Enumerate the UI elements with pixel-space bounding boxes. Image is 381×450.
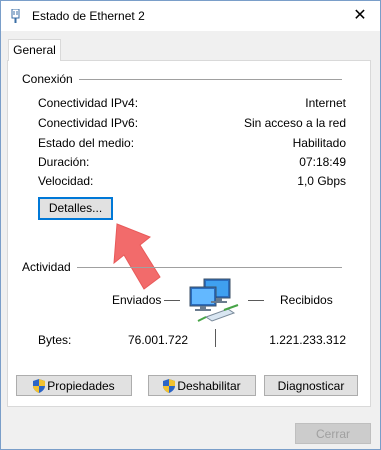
uac-shield-icon — [33, 379, 46, 393]
disable-button[interactable]: Deshabilitar — [148, 375, 256, 396]
media-state-value: Habilitado — [292, 136, 346, 150]
close-button[interactable]: Cerrar — [295, 423, 371, 444]
received-label: Recibidos — [280, 293, 333, 307]
ipv6-label: Conectividad IPv6: — [38, 116, 139, 130]
annotation-arrow-icon — [113, 223, 161, 290]
properties-label: Propiedades — [47, 379, 115, 393]
bytes-separator — [215, 329, 216, 347]
received-separator — [248, 300, 264, 301]
properties-button[interactable]: Propiedades — [16, 375, 132, 396]
disable-label: Deshabilitar — [177, 379, 241, 393]
bytes-sent-value: 76.001.722 — [128, 333, 189, 347]
uac-shield-icon — [163, 379, 176, 393]
sent-label: Enviados — [112, 293, 162, 307]
diagnose-button[interactable]: Diagnosticar — [264, 375, 358, 396]
sent-separator — [164, 300, 180, 301]
activity-group-label: Actividad — [22, 260, 77, 274]
connection-group-label: Conexión — [22, 72, 79, 86]
ipv4-label: Conectividad IPv4: — [38, 96, 139, 110]
title-bar[interactable]: Estado de Ethernet 2 ✕ — [1, 1, 380, 31]
network-adapter-icon — [11, 9, 20, 23]
bytes-label: Bytes: — [38, 333, 72, 347]
duration-value: 07:18:49 — [299, 155, 346, 169]
duration-label: Duración: — [38, 155, 90, 169]
dialog-client: General Conexión Conectividad IPv4: Inte… — [1, 31, 380, 449]
ipv6-value: Sin acceso a la red — [243, 116, 346, 130]
general-panel: Conexión Conectividad IPv4: Internet Con… — [7, 60, 371, 407]
details-button[interactable]: Detalles... — [38, 197, 113, 220]
window-title: Estado de Ethernet 2 — [32, 9, 145, 23]
dialog-window: Estado de Ethernet 2 ✕ General Conexión … — [0, 0, 381, 450]
tab-general[interactable]: General — [8, 39, 61, 61]
ipv4-value: Internet — [305, 96, 346, 110]
network-computers-icon — [189, 278, 239, 322]
close-icon[interactable]: ✕ — [349, 5, 371, 27]
speed-value: 1,0 Gbps — [297, 174, 346, 188]
bytes-received-value: 1.221.233.312 — [269, 333, 346, 347]
media-state-label: Estado del medio: — [38, 136, 135, 150]
speed-label: Velocidad: — [38, 174, 94, 188]
